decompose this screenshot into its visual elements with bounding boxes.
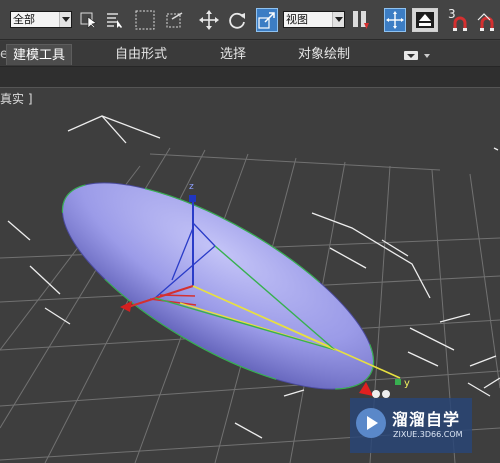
reference-coordinate-dropdown[interactable]: 视图 [283,11,345,28]
angle-snap-icon [477,13,494,31]
play-logo-icon [356,408,386,438]
z-axis-label: z [189,182,194,192]
selected-ellipsoid[interactable] [35,144,402,427]
tab-modeling-tools[interactable]: 建模工具 [6,44,73,65]
x-axis-arrow[interactable] [120,301,132,312]
angle-snap-button[interactable] [476,8,500,32]
watermark-name: 溜溜自学 [392,410,461,429]
move-icon [199,10,219,30]
selection-filter-value: 全部 [13,13,35,26]
pivot-center-icon [353,11,369,29]
3dsmax-window: 全部 视图 3 e 建模工具 自由形式 选择 对象绘制 真实] z y 溜溜自… [0,0,500,463]
chevron-down-icon [59,12,71,27]
select-object-icon [80,12,97,29]
select-manipulate-button[interactable] [384,8,406,32]
x-axis-arrow-far[interactable] [359,382,373,396]
select-by-name-icon [107,13,122,28]
reference-coordinate-value: 视图 [286,13,308,26]
main-toolbar: 全部 视图 3 [0,0,500,40]
rect-selection-button[interactable] [134,8,156,32]
select-by-name-button[interactable] [104,8,126,32]
scale-icon [258,12,275,29]
window-crossing-icon [166,12,183,28]
ribbon-options-icon [404,51,430,60]
tab-object-paint[interactable]: 对象绘制 [298,44,350,65]
snap-count: 3 [448,7,456,21]
z-axis-handle[interactable] [189,195,196,202]
pivot-center-button[interactable] [350,8,372,32]
chevron-down-icon [332,12,344,27]
ribbon-options-button[interactable] [403,48,433,60]
watermark-url: ZIXUE.3D66.COM [393,430,463,439]
keyboard-shortcut-icon [416,12,434,28]
rotate-icon [229,12,245,29]
rect-selection-icon [135,10,155,30]
select-object-button[interactable] [78,8,100,32]
selection-filter-dropdown[interactable]: 全部 [10,11,72,28]
keyboard-shortcut-toggle-button[interactable] [412,8,438,32]
move-button[interactable] [198,8,220,32]
select-manipulate-icon [386,11,404,29]
ribbon-panel-collapsed [0,67,500,88]
snap-toggle-button[interactable]: 3 [446,7,474,32]
window-crossing-button[interactable] [164,8,186,32]
rotate-button[interactable] [226,8,248,32]
viewport-shading-label[interactable]: 真实 ] [0,90,33,107]
scale-button[interactable] [256,8,278,32]
site-watermark: 溜溜自学 ZIXUE.3D66.COM [350,398,472,453]
tab-selection[interactable]: 选择 [220,44,246,65]
y-axis-label: y [404,378,410,389]
ribbon-tab-bar: e 建模工具 自由形式 选择 对象绘制 [0,41,500,67]
tab-freeform[interactable]: 自由形式 [115,44,167,65]
